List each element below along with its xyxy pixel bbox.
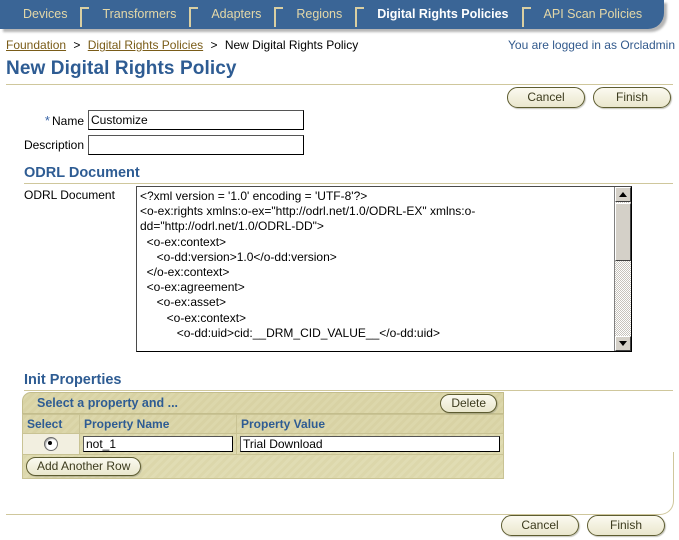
- tab-separator-icon: [355, 6, 365, 27]
- row-select-cell[interactable]: [22, 433, 80, 455]
- property-name-input[interactable]: [83, 436, 233, 452]
- tab-adapters[interactable]: Adapters: [198, 0, 274, 29]
- column-header-select: Select: [22, 414, 80, 434]
- property-name-cell: [79, 433, 237, 455]
- row-radio-button[interactable]: [44, 437, 58, 452]
- odrl-document-text[interactable]: <?xml version = '1.0' encoding = 'UTF-8'…: [137, 187, 614, 351]
- init-properties-panel: Select a property and ... Delete Select …: [22, 392, 504, 479]
- breadcrumb-separator: >: [210, 38, 218, 52]
- tab-devices[interactable]: Devices: [10, 0, 80, 29]
- bottom-button-row: Cancel Finish: [501, 515, 665, 536]
- description-field-row: Description: [0, 135, 304, 155]
- name-label: * Name: [0, 113, 84, 128]
- delete-button[interactable]: Delete: [440, 393, 497, 413]
- property-value-cell: [236, 433, 504, 455]
- finish-button-top[interactable]: Finish: [593, 87, 671, 108]
- init-properties-heading: Init Properties: [24, 372, 122, 388]
- breadcrumb-link-digital-rights-policies[interactable]: Digital Rights Policies: [88, 38, 203, 52]
- tab-separator-icon: [521, 6, 531, 27]
- top-button-row: Cancel Finish: [507, 87, 671, 108]
- description-input[interactable]: [88, 135, 304, 155]
- breadcrumb-row: Foundation > Digital Rights Policies > N…: [0, 38, 679, 54]
- description-label: Description: [23, 138, 84, 152]
- page-title: New Digital Rights Policy: [6, 58, 237, 79]
- init-properties-bar-title: Select a property and ...: [37, 396, 179, 410]
- init-properties-table: Select Property Name Property Value Add: [22, 414, 504, 479]
- odrl-document-textarea[interactable]: <?xml version = '1.0' encoding = 'UTF-8'…: [136, 186, 632, 352]
- breadcrumb-link-foundation[interactable]: Foundation: [6, 38, 66, 52]
- init-properties-toolbar: Select a property and ... Delete: [22, 392, 504, 414]
- breadcrumb-separator: >: [73, 38, 81, 52]
- scroll-up-button[interactable]: [615, 187, 631, 202]
- tab-digital-rights-policies[interactable]: Digital Rights Policies: [364, 0, 521, 29]
- tab-regions[interactable]: Regions: [283, 0, 355, 29]
- property-value-input[interactable]: [240, 436, 500, 452]
- tab-separator-icon: [274, 6, 284, 27]
- tab-bar: Devices Transformers Adapters Regions Di…: [0, 0, 664, 29]
- finish-button-bottom[interactable]: Finish: [587, 515, 665, 536]
- odrl-document-label: ODRL Document: [24, 188, 115, 202]
- tab-separator-icon: [189, 6, 199, 27]
- cancel-button-top[interactable]: Cancel: [507, 87, 585, 108]
- add-another-row-button[interactable]: Add Another Row: [26, 457, 142, 476]
- scroll-down-button[interactable]: [615, 336, 631, 351]
- required-asterisk-icon: *: [44, 112, 50, 128]
- breadcrumb: Foundation > Digital Rights Policies > N…: [6, 38, 358, 52]
- triangle-up-icon: [619, 192, 627, 197]
- name-field-row: * Name: [0, 110, 304, 130]
- odrl-section-heading: ODRL Document: [24, 165, 140, 181]
- tab-separator-icon: [80, 6, 90, 27]
- name-label-text: Name: [51, 113, 84, 128]
- odrl-section-divider: [24, 183, 673, 184]
- title-divider: [6, 84, 673, 85]
- name-input[interactable]: [88, 110, 304, 130]
- scrollbar-thumb[interactable]: [615, 203, 631, 261]
- tab-list: Devices Transformers Adapters Regions Di…: [0, 0, 664, 29]
- breadcrumb-current: New Digital Rights Policy: [224, 38, 359, 52]
- add-row-cell: Add Another Row: [22, 454, 504, 479]
- column-header-property-value: Property Value: [236, 414, 504, 434]
- table-row: [22, 433, 504, 455]
- table-footer-row: Add Another Row: [22, 454, 504, 479]
- cancel-button-bottom[interactable]: Cancel: [501, 515, 579, 536]
- triangle-down-icon: [619, 341, 627, 346]
- tab-transformers[interactable]: Transformers: [89, 0, 189, 29]
- column-header-property-name: Property Name: [79, 414, 237, 434]
- table-header-row: Select Property Name Property Value: [22, 414, 504, 434]
- tab-api-scan-policies[interactable]: API Scan Policies: [531, 0, 656, 29]
- top-navigation-bar: Devices Transformers Adapters Regions Di…: [0, 0, 679, 33]
- login-status: You are logged in as Orcladmin: [508, 38, 675, 52]
- init-properties-divider: [24, 390, 673, 391]
- odrl-scrollbar[interactable]: [614, 187, 631, 351]
